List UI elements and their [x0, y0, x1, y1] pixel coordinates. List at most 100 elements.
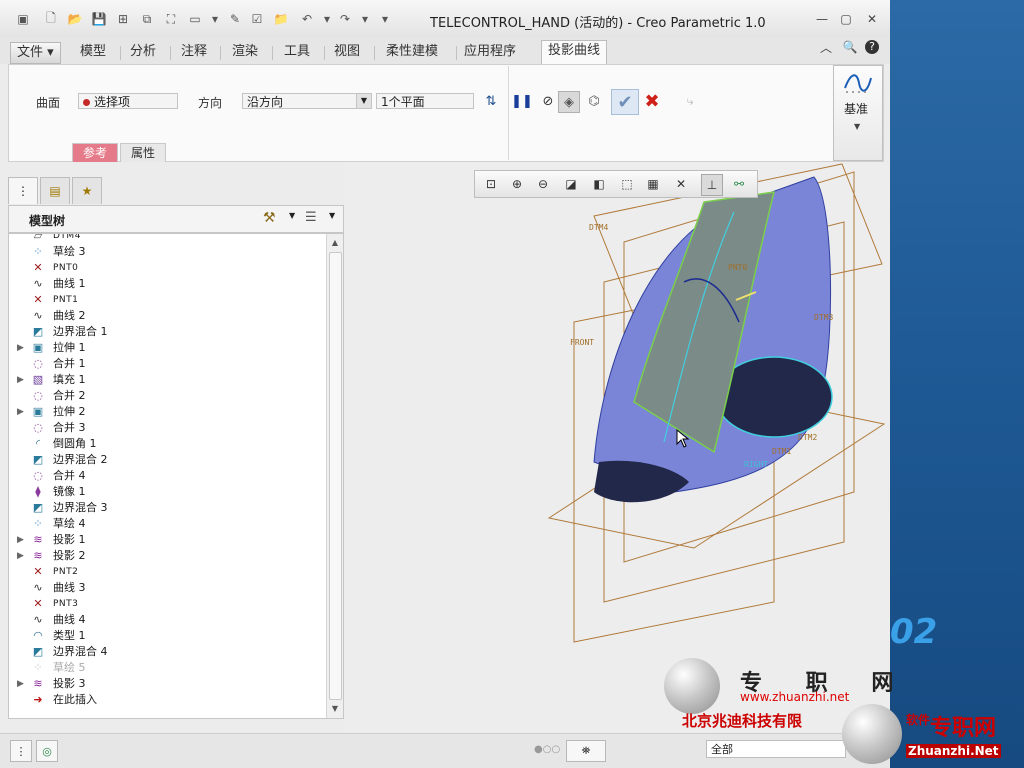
tree-item[interactable]: ◩ 边界混合 3 [9, 500, 319, 516]
close-button[interactable]: ✕ [862, 10, 882, 28]
graphics-area[interactable]: DTM4 PNT0 DTM3 FRONT DTM1 DTM2 RIGHT [344, 162, 890, 732]
tree-item[interactable]: ▶ ▣ 拉伸 1 [9, 340, 319, 356]
search-icon[interactable]: 🔍 [840, 38, 860, 56]
tree-item[interactable]: ⁘ 草绘 4 [9, 516, 319, 532]
tree-item[interactable]: ⁘ 草绘 3 [9, 244, 319, 260]
regenerate-icon[interactable]: ⊞ [114, 10, 132, 28]
tree-item[interactable]: ▶ ▧ 填充 1 [9, 372, 319, 388]
tree-item[interactable]: ◠ 类型 1 [9, 628, 319, 644]
expand-arrow-icon[interactable]: ▶ [17, 548, 27, 564]
tree-item[interactable]: ◜ 倒圆角 1 [9, 436, 319, 452]
new-icon[interactable]: 🗋 [42, 10, 60, 28]
tree-item[interactable]: ➜ 在此插入 [9, 692, 319, 708]
tree-item[interactable]: ▶ ≋ 投影 3 [9, 676, 319, 692]
folder-icon[interactable]: 📁 [272, 10, 290, 28]
redo-dropdown-icon[interactable]: ▾ [356, 10, 374, 28]
display-style-icon[interactable]: ◧ [589, 174, 609, 194]
tree-item[interactable]: ✕ PNT3 [9, 596, 319, 612]
tree-item[interactable]: ✕ PNT0 [9, 260, 319, 276]
refit-icon[interactable]: ⊡ [481, 174, 501, 194]
tree-item[interactable]: ∿ 曲线 3 [9, 580, 319, 596]
tab-projected-curve[interactable]: 投影曲线 [541, 40, 608, 65]
tree-item[interactable]: ⁘ 草绘 5 [9, 660, 319, 676]
zoom-in-icon[interactable]: ⊕ [507, 174, 527, 194]
tree-item[interactable]: ▶ ≋ 投影 2 [9, 548, 319, 564]
ok-check-button[interactable]: ✔ [611, 89, 639, 115]
chevron-down-icon[interactable]: ▼ [329, 211, 335, 220]
expand-arrow-icon[interactable]: ▶ [17, 532, 27, 548]
subtab-references[interactable]: 参考 [72, 143, 119, 162]
tree-item[interactable]: ◩ 边界混合 1 [9, 324, 319, 340]
saved-views-icon[interactable]: ⬚ [617, 174, 637, 194]
show-navigator-icon[interactable]: ⋮ [10, 740, 32, 762]
save-icon[interactable]: 💾 [90, 10, 108, 28]
tree-item[interactable]: ◌ 合并 3 [9, 420, 319, 436]
tab-analysis[interactable]: 分析 [124, 42, 162, 62]
customize-icon[interactable]: ▾ [376, 10, 394, 28]
pause-button[interactable]: ❚❚ [511, 91, 533, 111]
erase-icon[interactable]: ✎ [226, 10, 244, 28]
datum-group-button[interactable]: 基准 ▼ [833, 65, 883, 161]
preview-icon[interactable]: ◈ [558, 91, 580, 113]
cancel-x-button[interactable]: ✖ [642, 91, 662, 112]
tree-item[interactable]: ✕ PNT2 [9, 564, 319, 580]
tab-model[interactable]: 模型 [74, 42, 112, 62]
verify-glasses-icon[interactable]: ⌬ [584, 91, 604, 111]
find-binoculars-icon[interactable]: ⛯ [566, 740, 606, 762]
maximize-button[interactable]: ▢ [836, 10, 856, 28]
surface-collector[interactable]: 选择项 [78, 93, 178, 109]
flip-direction-icon[interactable]: ⇅ [481, 91, 501, 111]
minimize-button[interactable]: — [812, 10, 832, 28]
window-icon[interactable]: ▭ [186, 10, 204, 28]
datum-display-icon[interactable]: ⛶ [162, 10, 180, 28]
file-menu-tab[interactable]: 文件 ▾ [10, 42, 61, 64]
tab-applications[interactable]: 应用程序 [458, 42, 522, 62]
undo-icon[interactable]: ↶ [298, 10, 316, 28]
selection-filter-select[interactable]: 全部 [706, 740, 846, 758]
chevron-down-icon[interactable]: ▼ [289, 211, 295, 220]
subtab-properties[interactable]: 属性 [120, 143, 167, 162]
tree-item[interactable]: ∿ 曲线 1 [9, 276, 319, 292]
favorites-tab-icon[interactable]: ★ [72, 177, 102, 204]
tab-render[interactable]: 渲染 [226, 42, 264, 62]
tree-item[interactable]: ▱ DTM4 [9, 234, 319, 244]
scroll-down-icon[interactable]: ▼ [327, 702, 343, 716]
tree-item[interactable]: ∿ 曲线 4 [9, 612, 319, 628]
scroll-up-icon[interactable]: ▲ [327, 236, 343, 250]
redo-icon[interactable]: ↷ [336, 10, 354, 28]
model-viewport[interactable]: DTM4 PNT0 DTM3 FRONT DTM1 DTM2 RIGHT [344, 162, 890, 732]
expand-arrow-icon[interactable]: ▶ [17, 404, 27, 420]
plane-collector[interactable]: 1个平面 [376, 93, 474, 109]
settings-tools-icon[interactable]: ⚒ [263, 210, 276, 226]
help-icon[interactable]: ? [862, 38, 882, 56]
zoom-out-icon[interactable]: ⊖ [533, 174, 553, 194]
tab-annotate[interactable]: 注释 [175, 42, 213, 62]
copy-icon[interactable]: ⧉ [138, 10, 156, 28]
expand-arrow-icon[interactable]: ▶ [17, 676, 27, 692]
tree-scrollbar[interactable]: ▲ ▼ [326, 234, 343, 718]
tree-item[interactable]: ◩ 边界混合 4 [9, 644, 319, 660]
spin-center-icon[interactable]: ⊥ [701, 174, 723, 196]
datum-display-filter-icon[interactable]: ✕ [671, 174, 691, 194]
tree-item[interactable]: ▶ ▣ 拉伸 2 [9, 404, 319, 420]
tree-item[interactable]: ◌ 合并 2 [9, 388, 319, 404]
tab-tools[interactable]: 工具 [278, 42, 316, 62]
tree-item[interactable]: ⧫ 镜像 1 [9, 484, 319, 500]
model-tree-tab-icon[interactable]: ⋮ [8, 177, 38, 204]
no-preview-icon[interactable]: ⊘ [538, 91, 558, 111]
tree-item[interactable]: ✕ PNT1 [9, 292, 319, 308]
tree-item[interactable]: ◩ 边界混合 2 [9, 452, 319, 468]
tree-item[interactable]: ∿ 曲线 2 [9, 308, 319, 324]
view-manager-icon[interactable]: ▦ [643, 174, 663, 194]
show-browser-icon[interactable]: ◎ [36, 740, 58, 762]
folder-browser-tab-icon[interactable]: ▤ [40, 177, 70, 204]
open-icon[interactable]: 📂 [66, 10, 84, 28]
expand-arrow-icon[interactable]: ▶ [17, 372, 27, 388]
tree-item[interactable]: ◌ 合并 4 [9, 468, 319, 484]
tab-view[interactable]: 视图 [328, 42, 366, 62]
repaint-icon[interactable]: ◪ [561, 174, 581, 194]
undo-dropdown-icon[interactable]: ▾ [318, 10, 336, 28]
annotation-display-icon[interactable]: ⚯ [729, 174, 749, 194]
expand-arrow-icon[interactable]: ▶ [17, 340, 27, 356]
collapse-ribbon-icon[interactable]: ︿ [816, 38, 836, 56]
